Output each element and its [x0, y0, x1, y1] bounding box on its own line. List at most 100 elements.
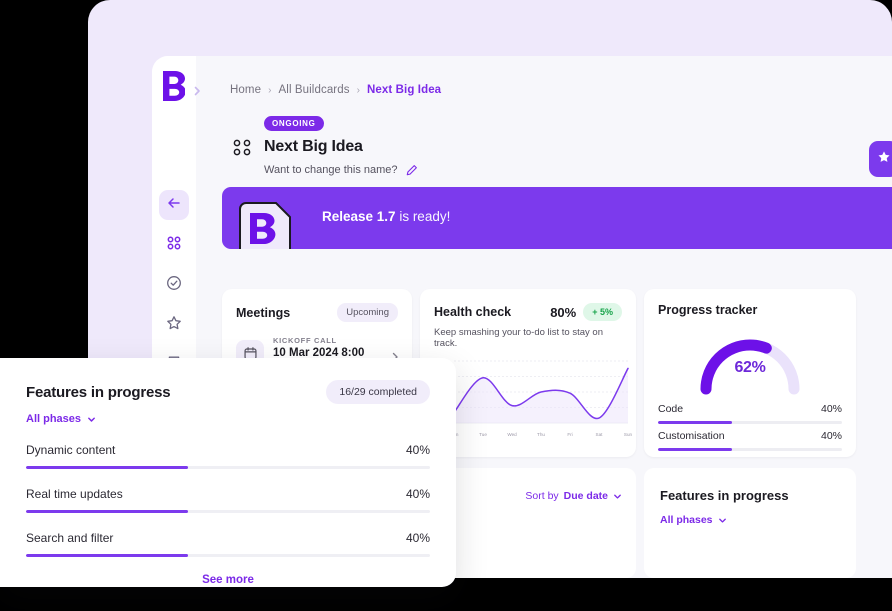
health-percent: 80% — [550, 304, 577, 320]
star-icon — [877, 150, 891, 169]
svg-text:Fri: Fri — [567, 432, 572, 437]
feature-value: 40% — [405, 487, 430, 501]
health-subtitle: Keep smashing your to-do list to stay on… — [434, 327, 603, 349]
progress-item-name: Customisation — [658, 430, 725, 442]
features-back-title: Features in progress — [660, 488, 789, 503]
feature-bar-track — [26, 554, 430, 557]
feature-value: 40% — [405, 531, 430, 545]
overlay-phase-filter[interactable]: All phases — [26, 413, 430, 425]
progress-item-customisation: Customisation 40% — [644, 430, 856, 451]
feature-bar-track — [26, 510, 430, 513]
sort-by-control[interactable]: Sort by Due date — [525, 490, 622, 502]
breadcrumb-item-current[interactable]: Next Big Idea — [367, 84, 441, 96]
sidebar-item-tasks[interactable] — [159, 270, 189, 300]
meetings-card-header: Meetings Upcoming — [222, 289, 412, 322]
features-in-progress-overlay: Features in progress 16/29 completed All… — [0, 358, 456, 587]
svg-text:Sat: Sat — [596, 432, 604, 437]
sidebar-nav — [152, 190, 196, 380]
progress-item-line: Customisation 40% — [658, 430, 842, 442]
chevron-down-icon[interactable] — [87, 415, 96, 424]
progress-gauge: 62% — [644, 323, 856, 397]
feature-row: Search and filter 40% — [0, 531, 456, 557]
breadcrumb-separator-icon: › — [356, 84, 361, 96]
feature-row: Real time updates 40% — [0, 487, 456, 513]
rename-row: Want to change this name? — [264, 164, 650, 176]
grid-dots-icon — [166, 235, 182, 256]
title-row: Next Big Idea — [230, 135, 650, 159]
check-circle-icon — [166, 275, 182, 296]
overlay-header: Features in progress 16/29 completed — [0, 358, 456, 404]
release-banner-rest: is ready! — [395, 209, 451, 224]
meeting-label: KICKOFF CALL — [273, 336, 337, 345]
sidebar-item-favourites[interactable] — [159, 310, 189, 340]
breadcrumb-item-home[interactable]: Home — [230, 84, 261, 96]
sidebar-item-back-arrow[interactable] — [159, 190, 189, 220]
progress-item-line: Code 40% — [658, 403, 842, 415]
feature-bar-fill — [26, 466, 188, 469]
app-logo — [163, 71, 185, 101]
health-card-title: Health check — [434, 305, 512, 319]
chevron-right-icon[interactable] — [390, 349, 400, 361]
release-banner[interactable]: Release 1.7 is ready! — [222, 187, 892, 249]
feature-row-line: Dynamic content 40% — [26, 443, 430, 457]
overlay-completed-badge: 16/29 completed — [326, 380, 430, 404]
see-more-button[interactable]: See more — [0, 574, 456, 586]
release-banner-strong: Release 1.7 — [322, 209, 396, 224]
feature-bar-fill — [26, 554, 188, 557]
svg-text:Wed: Wed — [507, 432, 517, 437]
chevron-down-icon[interactable] — [718, 516, 727, 525]
release-banner-text: Release 1.7 is ready! — [322, 209, 450, 224]
features-back-phase-filter[interactable]: All phases — [660, 514, 727, 526]
progress-tracker-card: Progress tracker 62% Code 40% Customisat… — [644, 289, 856, 457]
breadcrumb-item-all-buildcards[interactable]: All Buildcards — [279, 84, 350, 96]
gauge-value: 62% — [734, 359, 766, 376]
chevron-down-icon[interactable] — [613, 492, 622, 501]
health-delta-badge: + 5% — [583, 303, 622, 321]
progress-item-code: Code 40% — [644, 403, 856, 424]
breadcrumb-separator-icon: › — [268, 84, 272, 96]
health-card-header: Health check 80% + 5% — [420, 289, 636, 321]
features-in-progress-card-back: Features in progress All phases — [644, 468, 856, 578]
svg-text:Sun: Sun — [624, 432, 633, 437]
progress-item-value: 40% — [820, 430, 842, 442]
feature-value: 40% — [405, 443, 430, 457]
progress-bar-fill — [658, 421, 732, 424]
breadcrumb: Home › All Buildcards › Next Big Idea — [230, 84, 441, 96]
progress-item-value: 40% — [820, 403, 842, 415]
feature-bar-fill — [26, 510, 188, 513]
screenshot-stage: Home › All Buildcards › Next Big Idea ON… — [0, 0, 892, 611]
rename-prompt: Want to change this name? — [264, 164, 398, 176]
sidebar-item-buildcards[interactable] — [159, 230, 189, 260]
overlay-phase-label: All phases — [26, 413, 82, 425]
status-badge: ONGOING — [264, 116, 324, 131]
feature-name: Search and filter — [26, 531, 114, 545]
sort-by-value: Due date — [563, 490, 608, 502]
features-back-phase-label: All phases — [660, 514, 713, 526]
page-title-block: ONGOING Next Big Idea Want to change thi… — [230, 113, 650, 176]
grid-dots-icon — [230, 135, 254, 159]
feature-row-line: Search and filter 40% — [26, 531, 430, 545]
meetings-upcoming-badge: Upcoming — [337, 303, 398, 322]
overlay-title: Features in progress — [26, 383, 171, 401]
page-title: Next Big Idea — [264, 138, 363, 155]
arrow-left-icon — [166, 195, 182, 216]
progress-bar-fill — [658, 448, 732, 451]
sort-by-prefix: Sort by — [525, 490, 559, 502]
progress-card-header: Progress tracker — [644, 289, 856, 317]
meetings-card-title: Meetings — [236, 305, 291, 320]
feature-row: Dynamic content 40% — [0, 443, 456, 469]
star-outline-icon — [166, 315, 182, 336]
favourite-fab-button[interactable] — [869, 141, 892, 177]
progress-bar-track — [658, 421, 842, 424]
feature-row-line: Real time updates 40% — [26, 487, 430, 501]
health-metrics: 80% + 5% — [550, 303, 622, 321]
svg-text:Thu: Thu — [537, 432, 545, 437]
progress-item-name: Code — [658, 403, 684, 415]
svg-text:Tue: Tue — [479, 432, 487, 437]
progress-bar-track — [658, 448, 842, 451]
pencil-icon[interactable] — [406, 164, 418, 176]
feature-bar-track — [26, 466, 430, 469]
buildcard-logo-icon — [236, 199, 298, 249]
progress-card-title: Progress tracker — [658, 303, 758, 317]
feature-name: Dynamic content — [26, 443, 116, 457]
